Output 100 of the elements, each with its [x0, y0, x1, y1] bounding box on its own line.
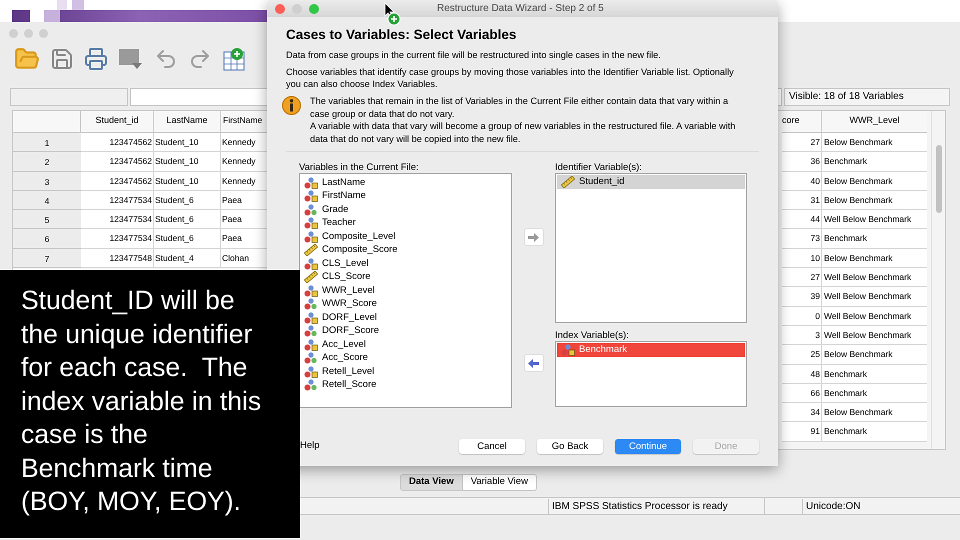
nominal-icon — [304, 298, 318, 310]
dialog-heading: Cases to Variables: Select Variables — [286, 26, 518, 44]
row-number[interactable]: 5 — [13, 210, 81, 230]
dialog-title: Restructure Data Wizard - Step 2 of 5 — [437, 2, 604, 16]
table-cell: 27 — [782, 133, 822, 152]
table-cell: 66 — [782, 384, 822, 404]
variable-list-item[interactable]: Acc_Level — [300, 338, 511, 352]
list-label: Variables in the Current File: — [299, 162, 420, 173]
row-number[interactable]: 4 — [13, 190, 81, 210]
variable-list-item[interactable]: Grade — [300, 203, 511, 216]
table-cell: Well Below Benchmark — [822, 268, 927, 288]
help-button[interactable]: Help — [300, 439, 459, 454]
variable-list-item[interactable]: Composite_Level — [300, 230, 511, 244]
scrollbar[interactable] — [931, 111, 945, 449]
index-list[interactable]: Benchmark — [555, 341, 747, 407]
table-cell: 39 — [782, 287, 822, 307]
info-icon — [282, 96, 301, 115]
variable-list-item[interactable]: WWR_Score — [300, 298, 511, 311]
variable-list-item[interactable]: Composite_Score — [300, 244, 511, 257]
table-cell: 73 — [782, 229, 822, 249]
table-cell: 31 — [782, 190, 822, 210]
arrow-left-icon — [528, 358, 539, 368]
table-cell: 123477534 — [81, 190, 154, 210]
arrow-right-icon — [528, 232, 539, 242]
zoom-button[interactable] — [39, 29, 48, 38]
table-cell: 34 — [782, 403, 822, 422]
variable-list-item[interactable]: CLS_Level — [300, 257, 511, 270]
status-text: Unicode:ON — [802, 498, 874, 514]
table-cell: Below Benchmark — [822, 345, 927, 365]
table-cell: 123474562 — [81, 172, 154, 191]
dialog-button[interactable]: Go Back — [537, 439, 603, 454]
table-cell: 10 — [782, 248, 822, 268]
redo-icon[interactable] — [188, 47, 212, 71]
list-label: Identifier Variable(s): — [555, 162, 643, 173]
variable-list-item[interactable]: Benchmark — [557, 343, 745, 356]
save-icon[interactable] — [50, 47, 74, 71]
table-cell: 91 — [782, 422, 822, 442]
variable-list-item[interactable]: FirstName — [300, 190, 511, 203]
variable-list-item[interactable]: DORF_Level — [300, 311, 511, 324]
nominal-string-icon — [304, 230, 318, 243]
variable-list-item[interactable]: LastName — [300, 176, 511, 190]
move-left-button[interactable] — [524, 354, 544, 372]
variable-list-item[interactable]: Acc_Score — [300, 352, 511, 365]
view-tab[interactable]: Data View — [400, 474, 463, 491]
table-cell: Well Below Benchmark — [822, 326, 927, 346]
zoom-button[interactable] — [309, 4, 319, 14]
variable-list-item[interactable]: Retell_Score — [300, 378, 511, 392]
nominal-icon — [304, 379, 318, 392]
table-cell: 48 — [782, 364, 822, 384]
variable-list-item[interactable]: Teacher — [300, 216, 511, 230]
column-header[interactable]: core — [782, 111, 822, 132]
table-cell: 123474562 — [81, 133, 154, 152]
visible-variables-field: Visible: 18 of 18 Variables — [784, 88, 950, 106]
table-cell: Well Below Benchmark — [822, 210, 927, 230]
nominal-string-icon — [304, 284, 318, 297]
dialog-recall-icon[interactable] — [118, 47, 144, 71]
printer-icon[interactable] — [84, 47, 108, 71]
variable-list-item[interactable]: WWR_Level — [300, 284, 511, 298]
variable-list[interactable]: LastName FirstName Grade Teacher Composite_Level Composite_Score CLS_Level CLS_Score WWR_Level WWR_Score DORF_Level DORF_Score Acc_Level Acc_Score Retell_Level Retell_Score — [299, 173, 512, 408]
table-cell: Well Below Benchmark — [822, 287, 927, 307]
close-button[interactable] — [9, 29, 18, 38]
scrollbar-thumb[interactable] — [936, 145, 942, 213]
close-button[interactable] — [275, 4, 285, 14]
row-number[interactable]: 6 — [13, 229, 81, 249]
list-label: Index Variable(s): — [555, 330, 630, 341]
callout-text: Student_ID will be the unique identifier for each case. The index variable in this case is the Benchmark time (BOY, MOY, EOY). — [21, 284, 262, 518]
move-right-button[interactable] — [524, 228, 544, 246]
table-cell: 0 — [782, 306, 822, 326]
table-cell: Student_10 — [154, 172, 221, 191]
column-header[interactable]: WWR_Level — [822, 111, 927, 132]
variable-list-item[interactable]: Retell_Level — [300, 365, 511, 378]
minimize-button[interactable] — [292, 4, 302, 14]
table-cell: 27 — [782, 268, 822, 288]
table-cell: Student_6 — [154, 190, 221, 210]
table-cell: Well Below Benchmark — [822, 306, 927, 326]
nominal-string-icon — [304, 258, 318, 270]
info-text: The variables that remain in the list of Variables in the Current File either contain data that vary within a case group or data that do not vary. — [310, 95, 730, 120]
table-cell: Benchmark — [822, 422, 927, 442]
variable-list-item[interactable]: Student_id — [557, 175, 745, 188]
row-number[interactable]: 2 — [13, 152, 81, 172]
row-number[interactable]: 1 — [13, 133, 81, 152]
cell-name-field[interactable] — [10, 88, 128, 106]
minimize-button[interactable] — [24, 29, 33, 38]
undo-icon[interactable] — [154, 47, 178, 71]
table-cell: 25 — [782, 345, 822, 365]
dialog-button[interactable]: Cancel — [459, 439, 525, 454]
row-number[interactable]: 3 — [13, 172, 81, 191]
nominal-string-icon — [304, 190, 318, 202]
view-tab[interactable]: Variable View — [462, 474, 537, 491]
nominal-string-icon — [561, 344, 575, 356]
status-text: IBM SPSS Statistics Processor is ready — [548, 498, 764, 514]
variable-list-item[interactable]: CLS_Score — [300, 270, 511, 284]
table-cell: 123477534 — [81, 210, 154, 230]
column-header[interactable]: LastName — [154, 111, 221, 132]
identifier-list[interactable]: Student_id — [555, 173, 747, 323]
nominal-string-icon — [304, 366, 318, 378]
nominal-string-icon — [304, 312, 318, 324]
variable-list-item[interactable]: DORF_Score — [300, 324, 511, 338]
row-number[interactable]: 7 — [13, 248, 81, 268]
column-header[interactable]: Student_id — [81, 111, 154, 132]
